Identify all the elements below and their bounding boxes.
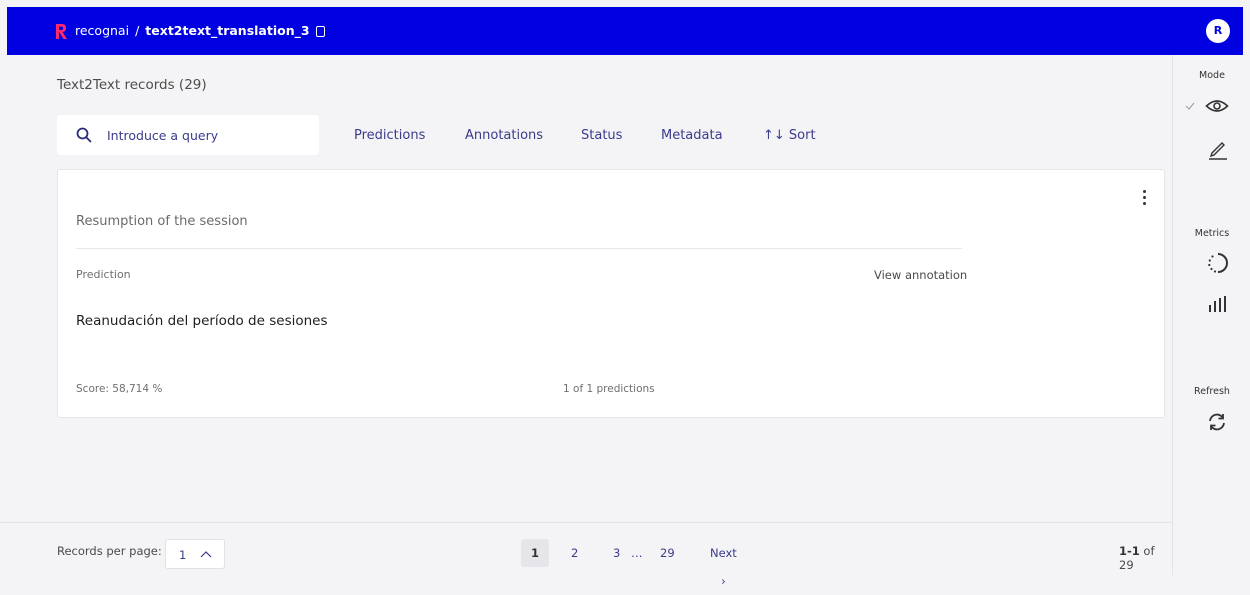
copy-icon[interactable]	[315, 26, 325, 37]
records-per-page-select[interactable]: 1	[165, 539, 225, 569]
right-sidebar: Mode Metrics Refresh	[1172, 55, 1250, 575]
search-placeholder: Introduce a query	[107, 128, 219, 143]
pencil-icon[interactable]	[1207, 138, 1229, 160]
logo-icon[interactable]	[54, 22, 68, 40]
eye-icon[interactable]	[1205, 99, 1229, 113]
next-page-button[interactable]: Next ›	[710, 539, 737, 588]
records-range-current: 1-1	[1119, 544, 1140, 558]
sort-button[interactable]: ↑↓ Sort	[763, 128, 816, 143]
pagination-footer: Records per page: 1 1 2 3 … 29 Next › 1-…	[0, 522, 1172, 588]
checkmark-icon	[1185, 102, 1195, 110]
page-ellipsis: …	[631, 546, 643, 560]
refresh-icon[interactable]	[1207, 412, 1227, 432]
breadcrumb: recognai / text2text_translation_3	[75, 23, 325, 39]
page-button-2[interactable]: 2	[571, 539, 578, 567]
records-per-page-value: 1	[179, 548, 187, 562]
metrics-label: Metrics	[1194, 228, 1230, 239]
breadcrumb-dataset: text2text_translation_3	[145, 23, 310, 38]
record-source-text: Resumption of the session	[76, 214, 248, 229]
more-options-icon[interactable]	[1143, 190, 1147, 208]
mode-label: Mode	[1199, 70, 1225, 81]
breadcrumb-workspace[interactable]: recognai	[75, 23, 129, 38]
divider	[76, 248, 962, 249]
prediction-label: Prediction	[76, 268, 131, 281]
prediction-score: Score: 58,714 %	[76, 383, 163, 395]
records-per-page-label: Records per page:	[57, 544, 162, 558]
predictions-count: 1 of 1 predictions	[563, 383, 655, 395]
prediction-text: Reanudación del período de sesiones	[76, 313, 328, 329]
top-bar: recognai / text2text_translation_3 R	[7, 7, 1243, 55]
filter-annotations[interactable]: Annotations	[465, 128, 543, 143]
bar-chart-icon[interactable]	[1208, 295, 1228, 313]
page-title: Text2Text records (29)	[57, 77, 207, 93]
refresh-label: Refresh	[1194, 386, 1230, 397]
breadcrumb-separator: /	[135, 23, 140, 38]
page-button-3[interactable]: 3	[613, 539, 620, 567]
records-range: 1-1 of 29	[1119, 544, 1172, 572]
filter-predictions[interactable]: Predictions	[354, 128, 425, 143]
progress-icon[interactable]	[1207, 252, 1229, 274]
search-input[interactable]: Introduce a query	[57, 115, 319, 155]
page-button-1[interactable]: 1	[521, 539, 549, 567]
filter-metadata[interactable]: Metadata	[661, 128, 723, 143]
page-button-29[interactable]: 29	[660, 539, 675, 567]
search-icon	[76, 127, 92, 143]
chevron-up-icon	[200, 551, 212, 558]
filter-status[interactable]: Status	[581, 128, 622, 143]
view-annotation-button[interactable]: View annotation	[874, 268, 967, 282]
user-avatar[interactable]: R	[1206, 19, 1230, 43]
record-card: Resumption of the session Prediction Vie…	[57, 169, 1165, 418]
